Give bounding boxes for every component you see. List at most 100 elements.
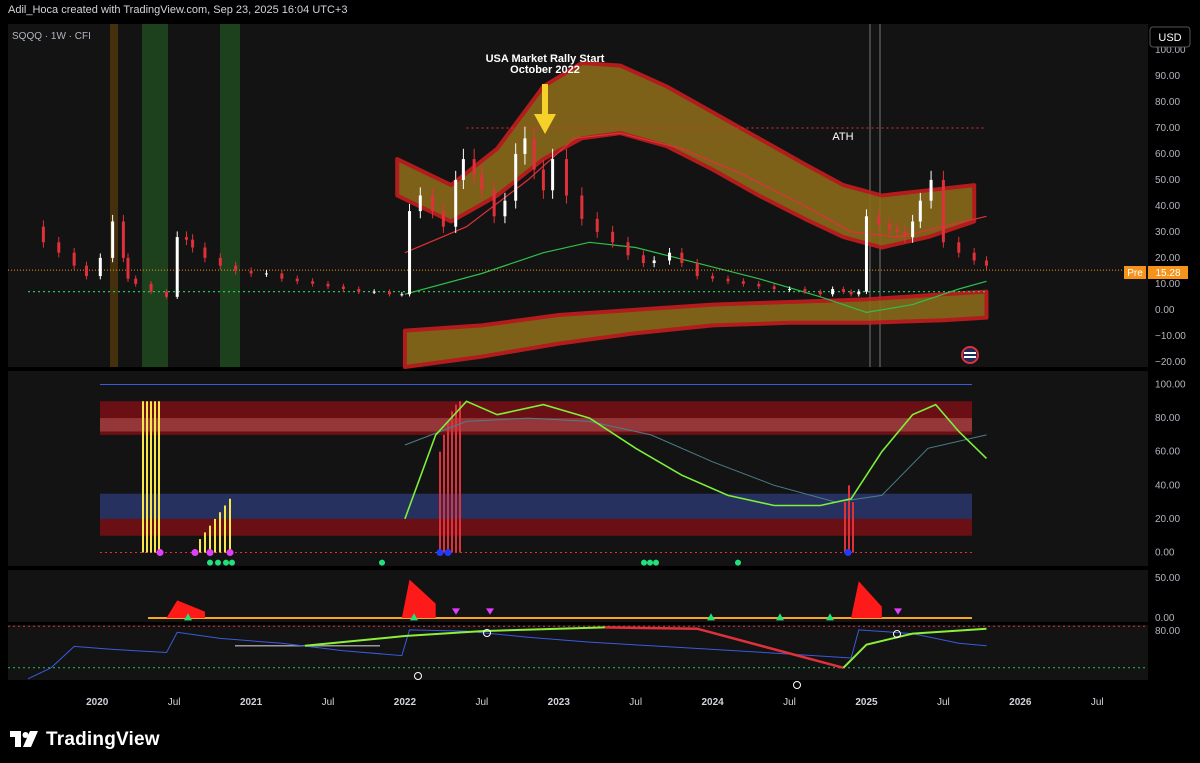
oscillator3-panel <box>8 625 1148 680</box>
candle-body <box>680 252 684 264</box>
time-axis-tick: Jul <box>168 697 181 708</box>
osc1-axis-tick: 20.00 <box>1155 514 1180 525</box>
osc1-green-dot <box>653 559 659 566</box>
osc1-green-dot <box>229 559 235 566</box>
candle-body <box>726 278 730 282</box>
osc1-marker <box>156 549 164 557</box>
currency-button[interactable]: USD <box>1149 26 1191 48</box>
candle-body <box>929 179 933 201</box>
osc1-green-dot <box>215 559 221 566</box>
osc1-marker <box>226 549 234 557</box>
time-axis-tick: 2025 <box>855 697 878 708</box>
tradingview-logo[interactable]: TradingView <box>10 729 160 751</box>
candle-body <box>326 283 330 287</box>
tradingview-logo-icon <box>10 731 38 747</box>
time-axis-tick: Jul <box>937 697 950 708</box>
candle-body <box>400 294 404 296</box>
candle-body <box>803 289 807 292</box>
candle-body <box>203 247 207 258</box>
green-highlight-zone-1 <box>142 24 168 367</box>
ath-label: ATH <box>832 131 853 143</box>
osc1-axis-tick: 100.00 <box>1155 379 1186 390</box>
candle-body <box>532 138 536 170</box>
top-bar: Adil_Hoca created with TradingView.com, … <box>0 0 1200 22</box>
candle-body <box>523 138 527 154</box>
candle-body <box>857 291 861 295</box>
candle-body <box>580 195 584 219</box>
candle-body <box>492 190 496 217</box>
candle-body <box>911 221 915 238</box>
annotation-line2: October 2022 <box>510 64 580 76</box>
candle-body <box>431 195 435 212</box>
price-axis-tick: 20.00 <box>1155 253 1180 264</box>
candle-body <box>788 289 792 291</box>
osc1-marker <box>444 549 452 557</box>
candle-body <box>564 159 568 196</box>
candle-body <box>895 229 899 232</box>
time-axis-tick: 2022 <box>394 697 417 708</box>
candle-body <box>134 278 138 284</box>
candle-body <box>503 200 507 217</box>
candle-body <box>280 273 284 279</box>
price-axis-tick: 90.00 <box>1155 71 1180 82</box>
osc1-green-dot <box>647 559 653 566</box>
candle-body <box>903 231 907 238</box>
overbought-inner <box>100 418 972 432</box>
candle-body <box>311 281 315 284</box>
candle-body <box>957 242 961 253</box>
candle-body <box>218 257 222 266</box>
time-axis-tick: 2020 <box>86 697 109 708</box>
candle-body <box>126 257 130 279</box>
time-axis-tick: Jul <box>783 697 796 708</box>
candle-body <box>357 289 361 292</box>
candle-body <box>41 226 45 243</box>
candle-body <box>149 283 153 292</box>
currency-label: USD <box>1158 32 1181 44</box>
candle-body <box>295 278 299 282</box>
osc1-axis-tick: 60.00 <box>1155 447 1180 458</box>
candle-body <box>121 221 125 258</box>
candle-body <box>72 252 76 266</box>
green-highlight-zone-2 <box>220 24 240 367</box>
candle-body <box>888 224 892 230</box>
candle-body <box>741 281 745 284</box>
price-tag-value: 15.28 <box>1155 268 1180 279</box>
price-axis-tick: −10.00 <box>1155 331 1186 342</box>
candle-body <box>551 159 555 191</box>
candle-body <box>668 252 672 261</box>
left-edge-band <box>110 24 118 367</box>
candle-body <box>818 291 822 295</box>
us-flag-icon[interactable] <box>961 346 979 364</box>
candle-body <box>831 289 835 295</box>
candle-body <box>849 291 853 295</box>
candle-body <box>57 242 61 253</box>
candle-body <box>757 283 761 287</box>
time-axis-tick: 2021 <box>240 697 263 708</box>
candle-body <box>595 218 599 232</box>
candle-body <box>388 291 392 295</box>
chart-canvas[interactable]: 100.00 90.00 80.00 70.00 60.00 50.00 40.00 30.0… <box>0 22 1200 715</box>
candle-body <box>864 216 868 292</box>
candle-body <box>234 265 238 271</box>
time-axis-tick: Jul <box>322 697 335 708</box>
candle-body <box>441 211 445 227</box>
candle-body <box>472 159 476 175</box>
oscillator1-panel <box>8 371 1148 566</box>
candle-body <box>652 260 656 264</box>
candle-body <box>972 252 976 261</box>
candle-body <box>695 263 699 277</box>
candle-body <box>164 291 168 297</box>
osc2-axis-tick: 50.00 <box>1155 573 1180 584</box>
time-axis-tick: 2026 <box>1009 697 1032 708</box>
osc1-marker <box>436 549 444 557</box>
candle-body <box>249 270 253 274</box>
price-axis-tick: 80.00 <box>1155 97 1180 108</box>
price-axis-tick: 70.00 <box>1155 123 1180 134</box>
osc1-marker <box>191 549 199 557</box>
candle-body <box>264 273 268 275</box>
osc1-green-dot <box>207 559 213 566</box>
candle-body <box>626 242 630 256</box>
candle-body <box>541 169 545 191</box>
price-axis-tick: −20.00 <box>1155 357 1186 368</box>
osc1-axis-tick: 80.00 <box>1155 413 1180 424</box>
